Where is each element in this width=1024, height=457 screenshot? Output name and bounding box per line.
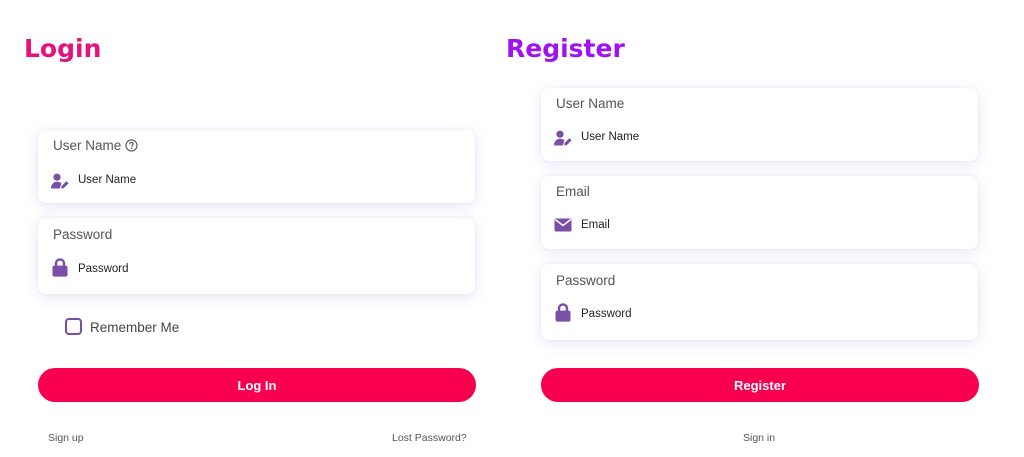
register-username-label: User Name bbox=[556, 96, 625, 111]
login-username-value: User Name bbox=[78, 174, 137, 186]
envelope-icon bbox=[554, 216, 572, 234]
lock-icon bbox=[554, 302, 572, 322]
lost-password-link[interactable]: Lost Password? bbox=[392, 432, 467, 444]
lock-icon bbox=[51, 257, 69, 277]
login-password-field[interactable]: Password Password bbox=[38, 218, 475, 294]
login-password-value: Password bbox=[78, 263, 129, 275]
sign-in-link[interactable]: Sign in bbox=[743, 432, 775, 444]
login-password-label-row: Password bbox=[53, 227, 112, 242]
register-password-label: Password bbox=[556, 273, 616, 288]
register-email-label: Email bbox=[556, 184, 590, 199]
register-password-field[interactable]: Password Password bbox=[541, 264, 978, 340]
register-email-label-row: Email bbox=[556, 184, 590, 199]
register-title: Register bbox=[506, 34, 625, 63]
question-circle-icon[interactable] bbox=[125, 139, 138, 152]
user-edit-icon bbox=[554, 129, 572, 147]
sign-up-link[interactable]: Sign up bbox=[48, 432, 84, 444]
remember-me-label: Remember Me bbox=[90, 320, 180, 335]
register-password-label-row: Password bbox=[556, 273, 615, 288]
page: Login User Name User Name Password Passw… bbox=[0, 0, 1024, 457]
login-password-label: Password bbox=[53, 227, 113, 242]
register-username-label-row: User Name bbox=[556, 96, 624, 111]
login-button[interactable]: Log In bbox=[38, 368, 476, 402]
user-edit-icon bbox=[51, 172, 69, 190]
remember-me-checkbox[interactable] bbox=[65, 318, 82, 335]
register-email-field[interactable]: Email Email bbox=[541, 176, 978, 249]
login-username-label: User Name bbox=[53, 138, 122, 153]
register-username-value: User Name bbox=[581, 131, 640, 143]
register-username-field[interactable]: User Name User Name bbox=[541, 88, 978, 161]
login-title: Login bbox=[24, 34, 102, 63]
register-button[interactable]: Register bbox=[541, 368, 979, 402]
login-username-label-row: User Name bbox=[53, 138, 138, 153]
login-username-field[interactable]: User Name User Name bbox=[38, 130, 475, 203]
register-password-value: Password bbox=[581, 308, 632, 320]
register-email-value: Email bbox=[581, 219, 610, 231]
